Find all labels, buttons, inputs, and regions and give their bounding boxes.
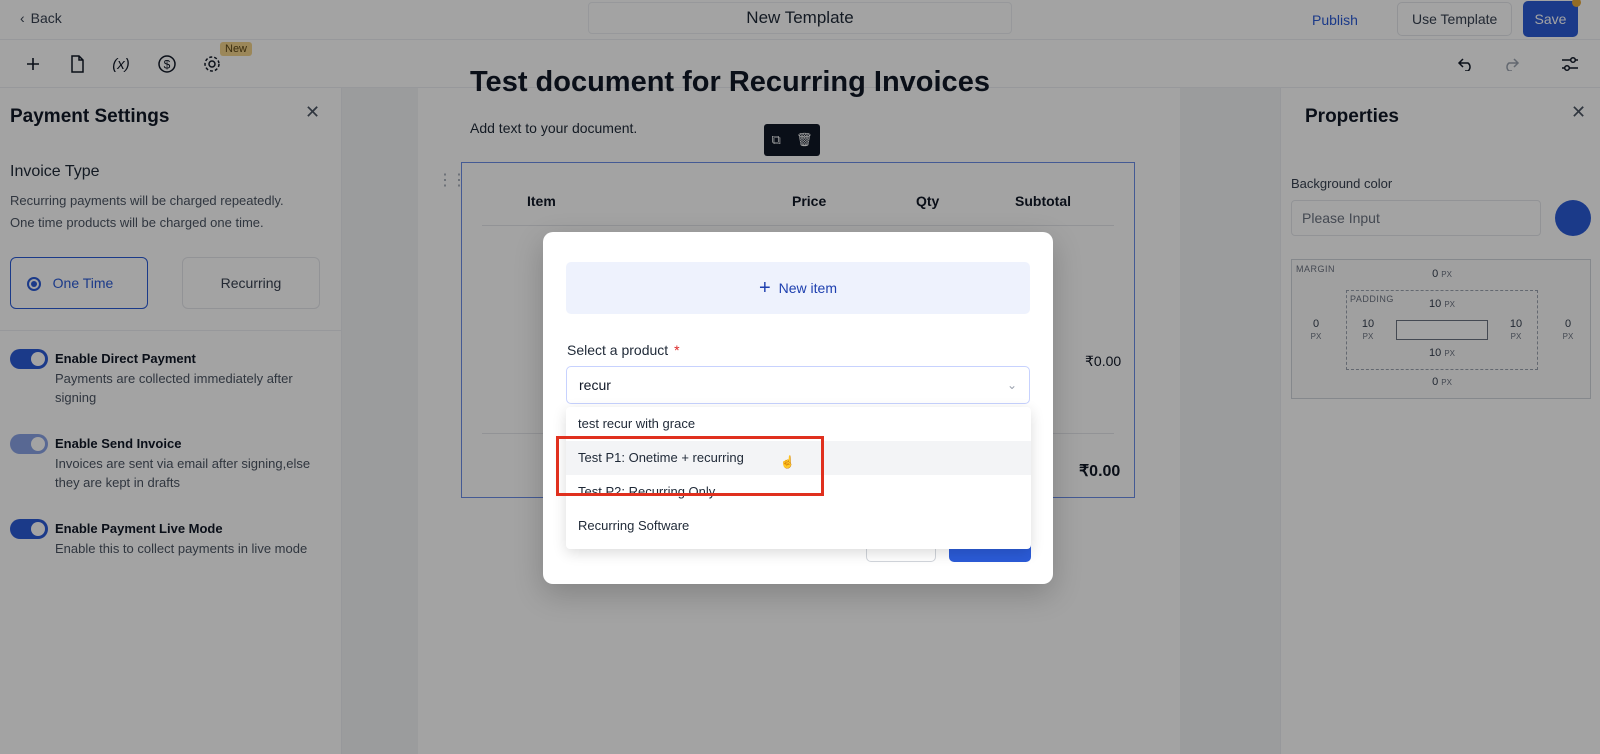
dropdown-option[interactable]: Test P2: Recurring Only bbox=[566, 475, 1031, 509]
chevron-down-icon[interactable]: ⌄ bbox=[1007, 367, 1017, 403]
plus-icon: + bbox=[758, 277, 771, 299]
new-item-button[interactable]: + New item bbox=[566, 262, 1030, 314]
product-search-select[interactable]: recur ⌄ bbox=[566, 366, 1030, 404]
dropdown-option[interactable]: test recur with grace bbox=[566, 407, 1031, 441]
select-product-label: Select a product * bbox=[567, 342, 680, 358]
dropdown-option[interactable]: Recurring Software bbox=[566, 509, 1031, 543]
product-dropdown: test recur with grace Test P1: Onetime +… bbox=[566, 407, 1031, 549]
hand-cursor-icon: ☝ bbox=[780, 455, 795, 469]
dropdown-option-hovered[interactable]: Test P1: Onetime + recurring bbox=[566, 441, 1031, 475]
required-mark: * bbox=[674, 342, 680, 358]
search-value: recur bbox=[579, 377, 611, 393]
label-text: Select a product bbox=[567, 342, 669, 358]
new-item-label: New item bbox=[778, 280, 838, 296]
